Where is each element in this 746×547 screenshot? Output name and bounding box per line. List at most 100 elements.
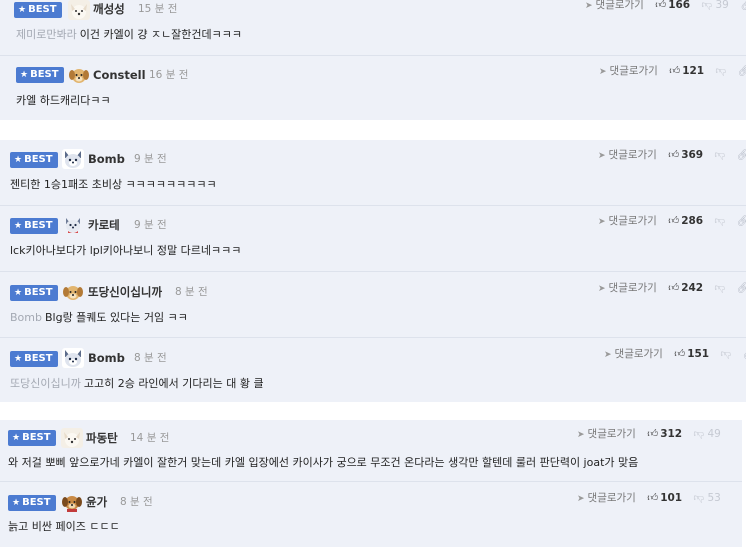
thumbs-up-icon: 👍︎ bbox=[668, 215, 680, 227]
star-icon: ★ bbox=[14, 221, 23, 231]
star-icon: ★ bbox=[20, 70, 29, 80]
thumbs-up-icon: 👍︎ bbox=[655, 0, 667, 11]
thumbs-down-icon: 👎︎ bbox=[715, 65, 727, 77]
link-icon[interactable]: 🔗︎ bbox=[736, 280, 746, 296]
reply-label: 댓글로가기 bbox=[595, 0, 644, 11]
best-label: BEST bbox=[30, 69, 59, 80]
comment-body: 와 저걸 뽀삐 앞으로가네 카엘이 잘한거 맞는데 카엘 입장에선 카이사가 궁… bbox=[8, 455, 638, 471]
comment-body: Bomb Blg랑 플퀘도 있다는 거임 ㅋㅋ bbox=[10, 310, 188, 326]
author-name[interactable]: 깨성성 bbox=[93, 1, 125, 17]
like-count: 121 bbox=[682, 65, 705, 77]
best-badge: ★ BEST bbox=[8, 430, 56, 446]
comment-body: 카엘 하드캐리다ㅋㅋ bbox=[16, 93, 111, 109]
reply-link[interactable]: ➤ 댓글로가기 bbox=[577, 490, 636, 507]
like-button[interactable]: 👍︎ 151 bbox=[674, 346, 709, 362]
reply-label: 댓글로가기 bbox=[587, 428, 636, 440]
link-icon[interactable]: 🔗︎ bbox=[740, 0, 746, 13]
comment-item: ★ BEST Bomb 9 분 전 ➤ 댓글로가기 👍︎ 369 👎︎ 🔗︎ 젠티한 … bbox=[0, 140, 746, 206]
like-button[interactable]: 👍︎ 312 bbox=[647, 426, 682, 442]
best-badge: ★ BEST bbox=[10, 351, 58, 367]
like-button[interactable]: 👍︎ 286 bbox=[668, 213, 703, 229]
comment-text: 젠티한 1승1패조 초비상 ㅋㅋㅋㅋㅋㅋㅋㅋㅋ bbox=[10, 178, 217, 191]
author-name[interactable]: 카로테 bbox=[88, 217, 120, 233]
husky-icon bbox=[62, 348, 84, 368]
like-button[interactable]: 👍︎ 369 bbox=[668, 147, 703, 163]
link-icon[interactable]: 🔗︎ bbox=[742, 346, 746, 362]
send-icon: ➤ bbox=[598, 217, 606, 227]
reply-link[interactable]: ➤ 댓글로가기 bbox=[604, 346, 663, 363]
comment-time: 8 분 전 bbox=[120, 496, 153, 508]
best-badge: ★ BEST bbox=[14, 2, 62, 18]
thumbs-up-icon: 👍︎ bbox=[668, 149, 680, 161]
mention[interactable]: 제미로만봐라 bbox=[16, 28, 77, 41]
comment-time: 9 분 전 bbox=[134, 153, 167, 165]
best-label: BEST bbox=[28, 4, 57, 15]
comment-actions: ➤ 댓글로가기 👍︎ 312 👎︎ 49 bbox=[577, 426, 721, 442]
author-name[interactable]: 파동탄 bbox=[86, 430, 118, 446]
mention[interactable]: Bomb bbox=[10, 311, 42, 324]
comment-text: 와 저걸 뽀삐 앞으로가네 카엘이 잘한거 맞는데 카엘 입장에선 카이사가 궁… bbox=[8, 456, 639, 469]
author-name[interactable]: Bomb bbox=[88, 350, 125, 366]
reply-label: 댓글로가기 bbox=[608, 282, 657, 294]
reply-link[interactable]: ➤ 댓글로가기 bbox=[598, 280, 657, 297]
avatar[interactable] bbox=[61, 428, 83, 448]
reply-link[interactable]: ➤ 댓글로가기 bbox=[598, 213, 657, 230]
comment-actions: ➤ 댓글로가기 👍︎ 286 👎︎ 🔗︎ bbox=[598, 213, 746, 229]
best-badge: ★ BEST bbox=[8, 495, 56, 511]
dislike-button[interactable]: 👎︎ bbox=[714, 280, 725, 296]
reply-link[interactable]: ➤ 댓글로가기 bbox=[585, 0, 644, 14]
mention[interactable]: 또당신이십니까 bbox=[10, 377, 81, 390]
best-label: BEST bbox=[24, 154, 53, 165]
author-name[interactable]: 또당신이십니까 bbox=[88, 284, 162, 300]
best-label: BEST bbox=[22, 497, 51, 508]
reply-label: 댓글로가기 bbox=[608, 215, 657, 227]
avatar[interactable] bbox=[62, 348, 84, 368]
like-button[interactable]: 👍︎ 242 bbox=[668, 280, 703, 296]
thumbs-down-icon: 👎︎ bbox=[720, 348, 732, 360]
husky-icon bbox=[62, 215, 84, 235]
reply-label: 댓글로가기 bbox=[614, 348, 663, 360]
dislike-button[interactable]: 👎︎ 53 bbox=[693, 490, 720, 506]
author-name[interactable]: 윤가 bbox=[86, 494, 107, 510]
link-icon[interactable]: 🔗︎ bbox=[736, 147, 746, 163]
dislike-button[interactable]: 👎︎ bbox=[714, 213, 725, 229]
link-icon[interactable]: 🔗︎ bbox=[736, 213, 746, 229]
avatar[interactable] bbox=[68, 65, 90, 85]
best-label: BEST bbox=[22, 432, 51, 443]
send-icon: ➤ bbox=[604, 350, 612, 360]
reply-link[interactable]: ➤ 댓글로가기 bbox=[599, 63, 658, 80]
author-name[interactable]: Constell bbox=[93, 67, 146, 83]
thumbs-up-icon: 👍︎ bbox=[647, 428, 659, 440]
thumbs-down-icon: 👎︎ bbox=[701, 0, 713, 11]
comment-text: 고고히 2승 라인에서 기다리는 대 황 클 bbox=[83, 377, 264, 390]
avatar[interactable] bbox=[68, 0, 90, 20]
thumbs-down-icon: 👎︎ bbox=[714, 215, 726, 227]
like-button[interactable]: 👍︎ 101 bbox=[647, 490, 682, 506]
comment-body: 젠티한 1승1패조 초비상 ㅋㅋㅋㅋㅋㅋㅋㅋㅋ bbox=[10, 177, 217, 193]
panel-gap bbox=[0, 402, 746, 420]
best-label: BEST bbox=[24, 287, 53, 298]
avatar[interactable] bbox=[62, 215, 84, 235]
avatar[interactable] bbox=[62, 149, 84, 169]
like-button[interactable]: 👍︎ 121 bbox=[669, 63, 704, 79]
dislike-button[interactable]: 👎︎ 49 bbox=[693, 426, 720, 442]
comment-text: lck키아나보다가 lpl키아나보니 정말 다르네ㅋㅋㅋ bbox=[10, 244, 242, 257]
avatar[interactable] bbox=[62, 282, 84, 302]
like-button[interactable]: 👍︎ 166 bbox=[655, 0, 690, 13]
like-count: 151 bbox=[687, 348, 710, 360]
puppy-icon bbox=[62, 282, 84, 302]
avatar[interactable] bbox=[61, 492, 83, 512]
dislike-button[interactable]: 👎︎ bbox=[715, 63, 726, 79]
send-icon: ➤ bbox=[577, 430, 585, 440]
reply-label: 댓글로가기 bbox=[587, 492, 636, 504]
reply-link[interactable]: ➤ 댓글로가기 bbox=[598, 147, 657, 164]
send-icon: ➤ bbox=[585, 1, 593, 11]
reply-link[interactable]: ➤ 댓글로가기 bbox=[577, 426, 636, 443]
author-name[interactable]: Bomb bbox=[88, 151, 125, 167]
link-icon[interactable]: 🔗︎ bbox=[737, 63, 746, 79]
dislike-button[interactable]: 👎︎ bbox=[714, 147, 725, 163]
like-count: 312 bbox=[660, 428, 683, 440]
white-dog-icon bbox=[68, 0, 90, 20]
dislike-button[interactable]: 👎︎ bbox=[720, 346, 731, 362]
dislike-button[interactable]: 👎︎ 39 bbox=[701, 0, 728, 13]
